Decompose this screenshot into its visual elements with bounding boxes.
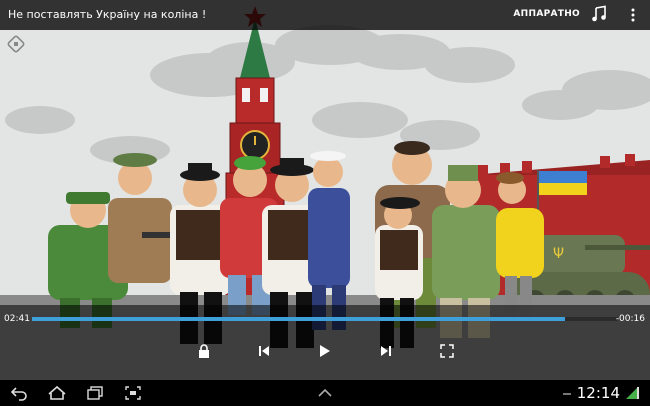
home-icon[interactable] [48, 385, 66, 401]
elapsed-time: 02:41 [4, 314, 30, 324]
remaining-time: -00:16 [615, 314, 645, 324]
previous-icon[interactable] [256, 343, 272, 359]
svg-text:Ψ: Ψ [553, 246, 564, 262]
screenshot-icon[interactable] [124, 385, 142, 401]
back-icon[interactable] [10, 385, 28, 401]
fullscreen-icon[interactable] [439, 343, 455, 359]
more-vert-icon[interactable] [630, 8, 636, 22]
lock-icon[interactable] [196, 343, 212, 359]
action-bar: Не поставлять Україну на коліна ! АППАРА… [0, 0, 650, 30]
video-title: Не поставлять Україну на коліна ! [8, 8, 207, 21]
battery-icon [626, 387, 639, 399]
chevron-up-icon[interactable] [316, 385, 334, 401]
seek-bar[interactable] [32, 317, 618, 321]
seek-progress [32, 317, 566, 321]
player-controls: 02:41 -00:16 [0, 305, 650, 380]
status-clock: 12:14 [576, 384, 620, 402]
recent-apps-icon[interactable] [86, 385, 104, 401]
rotate-lock-icon[interactable] [6, 34, 26, 54]
minus-icon [563, 393, 571, 395]
next-icon[interactable] [378, 343, 394, 359]
music-icon[interactable] [590, 5, 608, 23]
hardware-decoder-button[interactable]: АППАРАТНО [513, 9, 580, 19]
play-icon[interactable] [316, 343, 332, 359]
system-navigation-bar: 12:14 [0, 380, 650, 406]
